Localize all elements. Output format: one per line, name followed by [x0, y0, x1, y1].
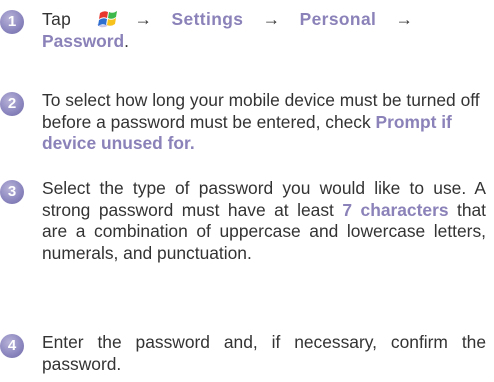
- step-number-badge: 2: [0, 92, 24, 116]
- arrow-separator: →: [134, 9, 153, 29]
- windows-start-icon: [96, 8, 134, 30]
- settings-label: Settings: [171, 9, 244, 29]
- step-text: To select how long your mobile device mu…: [42, 90, 486, 155]
- step-text: Enter the password and, if necessary, co…: [42, 332, 486, 375]
- personal-label: Personal: [299, 9, 377, 29]
- character-count-label: 7 characters: [342, 199, 449, 220]
- step-number-badge: 1: [0, 10, 24, 34]
- arrow-separator: →: [262, 9, 281, 29]
- step-text: Select the type of password you would li…: [42, 178, 486, 264]
- arrow-separator: →: [395, 9, 414, 29]
- tap-label: Tap: [42, 9, 72, 29]
- step-body: Enter the password and, if necessary, co…: [42, 332, 486, 374]
- step-text: Tap → Settings → Personal → Password.: [42, 8, 486, 52]
- step-number-badge: 4: [0, 334, 24, 358]
- password-label: Password: [42, 30, 125, 51]
- period: .: [124, 30, 129, 51]
- step-number-badge: 3: [0, 180, 24, 204]
